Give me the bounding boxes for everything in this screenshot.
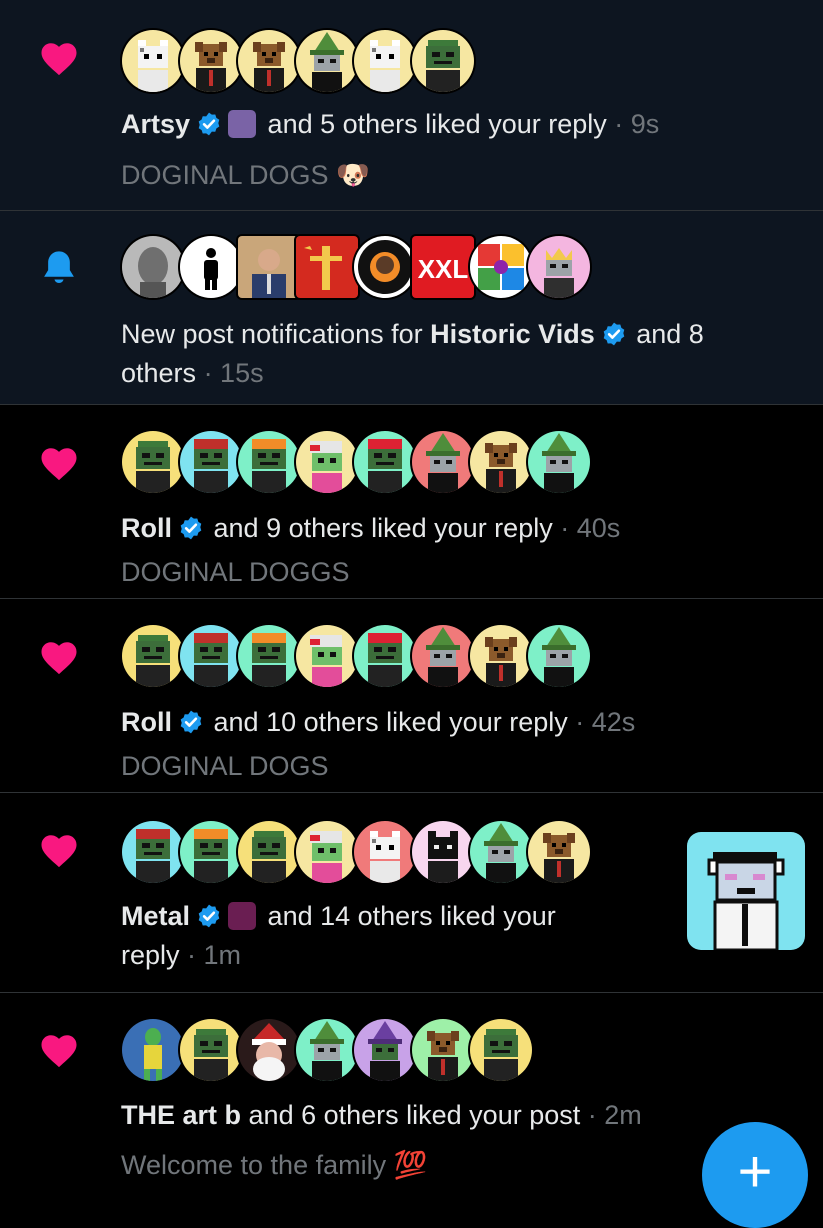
avatar-stack	[122, 821, 590, 883]
avatar[interactable]	[470, 821, 532, 883]
timestamp: · 9s	[614, 109, 660, 139]
avatar[interactable]	[354, 625, 416, 687]
avatar[interactable]	[238, 30, 300, 92]
avatar[interactable]	[528, 431, 590, 493]
verified-badge-icon	[601, 321, 627, 347]
avatar[interactable]	[354, 1019, 416, 1081]
timestamp: · 2m	[587, 1100, 642, 1130]
avatar[interactable]	[180, 625, 242, 687]
actor-name[interactable]: Artsy	[121, 109, 190, 139]
avatar[interactable]	[470, 1019, 532, 1081]
avatar[interactable]	[528, 625, 590, 687]
avatar[interactable]	[354, 30, 416, 92]
affiliate-badge-icon	[228, 902, 257, 930]
avatar[interactable]	[412, 30, 474, 92]
notification-item[interactable]: Roll and 9 others liked your reply · 40s…	[0, 405, 823, 599]
notification-text: Metal and 14 others liked your	[121, 901, 556, 931]
notification-item[interactable]: XXL New post notifications for Historic …	[0, 211, 823, 405]
timestamp: · 1m	[187, 940, 242, 970]
avatar[interactable]	[296, 30, 358, 92]
avatar[interactable]	[238, 1019, 300, 1081]
notification-text-line2: others · 15s	[121, 358, 264, 388]
avatar[interactable]	[412, 1019, 474, 1081]
avatar[interactable]	[180, 431, 242, 493]
notification-item[interactable]: Artsy and 5 others liked your reply · 9s…	[0, 0, 823, 211]
actor-name[interactable]: Historic Vids	[430, 319, 595, 349]
verified-badge-icon	[178, 709, 204, 735]
avatar[interactable]	[528, 821, 590, 883]
svg-text:XXL: XXL	[418, 254, 469, 284]
timestamp: · 42s	[575, 707, 636, 737]
actor-name[interactable]: Metal	[121, 901, 190, 931]
bell-icon	[38, 247, 80, 289]
verified-badge-icon	[196, 903, 222, 929]
avatar[interactable]	[180, 30, 242, 92]
heart-icon	[38, 443, 80, 485]
avatar-stack	[122, 30, 474, 92]
avatar[interactable]	[354, 431, 416, 493]
notification-text: Roll and 10 others liked your reply · 42…	[121, 707, 636, 737]
avatar[interactable]	[470, 431, 532, 493]
timestamp: · 40s	[560, 513, 621, 543]
verified-badge-icon	[196, 111, 222, 137]
avatar[interactable]	[238, 625, 300, 687]
heart-icon	[38, 830, 80, 872]
avatar[interactable]	[470, 625, 532, 687]
compose-button[interactable]: +	[702, 1122, 808, 1228]
avatar[interactable]	[296, 821, 358, 883]
avatar[interactable]	[122, 30, 184, 92]
avatar-stack	[122, 431, 590, 493]
notification-text: Roll and 9 others liked your reply · 40s	[121, 513, 621, 543]
avatar[interactable]	[180, 821, 242, 883]
avatar[interactable]	[296, 1019, 358, 1081]
avatar[interactable]	[354, 821, 416, 883]
heart-icon	[38, 1030, 80, 1072]
avatar[interactable]	[238, 431, 300, 493]
avatar[interactable]	[180, 1019, 242, 1081]
avatar[interactable]	[238, 236, 300, 298]
post-snippet: DOGINAL DOGGS	[121, 557, 350, 587]
actor-name[interactable]: THE art b	[121, 1100, 241, 1130]
avatar[interactable]	[470, 236, 532, 298]
avatar-stack	[122, 625, 590, 687]
avatar-stack: XXL	[122, 236, 590, 298]
avatar[interactable]	[122, 236, 184, 298]
avatar-stack	[122, 1019, 532, 1081]
heart-icon	[38, 637, 80, 679]
notification-text: THE art b and 6 others liked your post ·…	[121, 1100, 642, 1130]
notification-text-line2: reply · 1m	[121, 940, 242, 970]
avatar[interactable]	[412, 431, 474, 493]
avatar[interactable]	[296, 236, 358, 298]
notification-text: Artsy and 5 others liked your reply · 9s	[121, 109, 660, 139]
avatar[interactable]	[528, 236, 590, 298]
avatar[interactable]	[412, 821, 474, 883]
post-thumbnail-image	[707, 852, 785, 950]
timestamp: · 15s	[203, 358, 264, 388]
avatar[interactable]	[238, 821, 300, 883]
actor-name[interactable]: Roll	[121, 513, 172, 543]
avatar[interactable]: XXL	[412, 236, 474, 298]
notification-item[interactable]: Roll and 10 others liked your reply · 42…	[0, 599, 823, 793]
avatar[interactable]	[122, 1019, 184, 1081]
heart-icon	[38, 38, 80, 80]
notification-item[interactable]: THE art b and 6 others liked your post ·…	[0, 993, 823, 1200]
compose-plus-icon: +	[737, 1138, 773, 1205]
avatar[interactable]	[354, 236, 416, 298]
avatar[interactable]	[296, 625, 358, 687]
verified-badge-icon	[178, 515, 204, 541]
avatar[interactable]	[296, 431, 358, 493]
post-snippet: Welcome to the family 💯	[121, 1150, 428, 1180]
notification-text: New post notifications for Historic Vids…	[121, 319, 704, 349]
post-snippet: DOGINAL DOGS 🐶	[121, 160, 370, 190]
post-thumbnail[interactable]	[687, 832, 805, 950]
post-snippet: DOGINAL DOGS	[121, 751, 329, 781]
avatar[interactable]	[122, 431, 184, 493]
avatar[interactable]	[412, 625, 474, 687]
avatar[interactable]	[180, 236, 242, 298]
actor-name[interactable]: Roll	[121, 707, 172, 737]
avatar[interactable]	[122, 821, 184, 883]
affiliate-badge-icon	[228, 110, 257, 138]
avatar[interactable]	[122, 625, 184, 687]
